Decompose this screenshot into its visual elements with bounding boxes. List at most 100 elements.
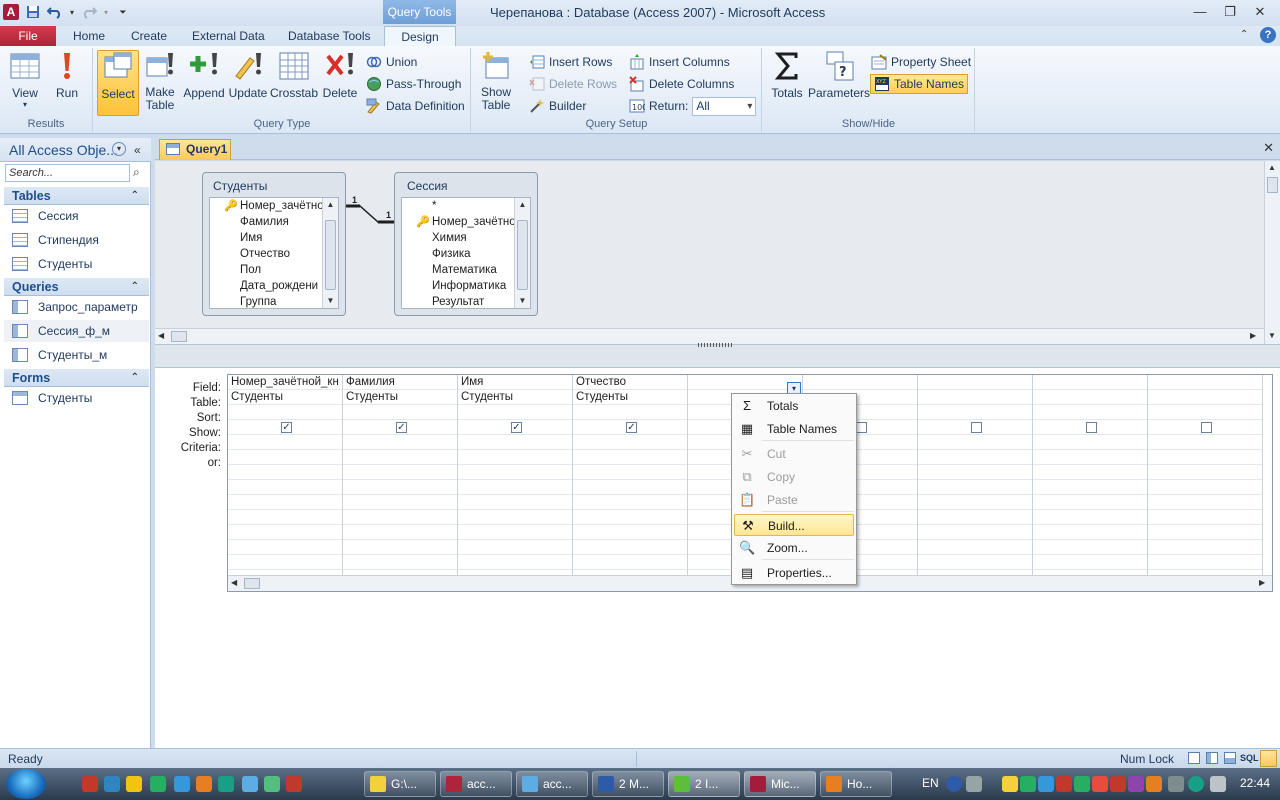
grid-field-cell[interactable]	[918, 375, 1032, 390]
scroll-thumb[interactable]	[171, 331, 187, 342]
make-table-button[interactable]: Make Table	[140, 50, 180, 112]
field-list-scrollbar[interactable]: ▲ ▼	[514, 198, 530, 308]
context-menu-item-cut[interactable]: ✂ Cut	[734, 443, 854, 465]
grid-field-cell[interactable]: Имя	[458, 375, 572, 390]
delete-rows-button[interactable]: Delete Rows	[529, 74, 617, 94]
nav-form-item[interactable]: Студенты	[12, 387, 148, 409]
builder-button[interactable]: Builder	[529, 96, 586, 116]
context-menu-item-zoom[interactable]: 🔍 Zoom...	[734, 537, 854, 559]
field-list-session[interactable]: Сессия * 🔑 Номер_зачётно Химия Физика Мат…	[394, 172, 538, 316]
quicklaunch-icon[interactable]	[82, 776, 98, 792]
upper-pane-horizontal-scrollbar[interactable]: ◀ ▶	[155, 328, 1264, 344]
data-definition-button[interactable]: Data Definition	[366, 96, 465, 116]
scroll-down-icon[interactable]: ▼	[1268, 331, 1276, 340]
scroll-right-icon[interactable]: ▶	[1250, 331, 1256, 340]
tab-query1[interactable]: Query1	[159, 139, 231, 160]
run-button[interactable]: Run	[50, 50, 84, 100]
grid-empty-cell[interactable]	[1148, 525, 1262, 540]
field-list-item[interactable]: Пол	[210, 262, 338, 278]
tray-icon[interactable]	[1092, 776, 1108, 792]
grid-empty-cell[interactable]	[228, 540, 342, 555]
grid-empty-cell[interactable]	[573, 525, 687, 540]
quicklaunch-icon[interactable]	[218, 776, 234, 792]
grid-empty-cell[interactable]	[573, 495, 687, 510]
tray-icon[interactable]	[966, 776, 982, 792]
grid-criteria-cell[interactable]	[918, 435, 1032, 450]
scroll-up-icon[interactable]: ▲	[515, 198, 530, 212]
volume-icon[interactable]	[1210, 776, 1226, 792]
grid-or-cell[interactable]	[573, 450, 687, 465]
quicklaunch-icon[interactable]	[242, 776, 258, 792]
nav-table-item[interactable]: Студенты	[12, 253, 148, 275]
grid-empty-cell[interactable]	[1033, 510, 1147, 525]
undo-icon[interactable]	[46, 3, 64, 21]
save-icon[interactable]	[24, 3, 42, 21]
nav-query-item[interactable]: Сессия_ф_м	[4, 320, 149, 342]
return-select[interactable]: All	[692, 96, 757, 116]
grid-empty-cell[interactable]	[343, 495, 457, 510]
taskbar-button-icq[interactable]: 2 I...	[668, 771, 740, 797]
grid-field-cell[interactable]: Фамилия	[343, 375, 457, 390]
property-sheet-button[interactable]: Property Sheet	[871, 52, 971, 72]
pivot-table-view-icon[interactable]	[1206, 752, 1218, 764]
field-list-item[interactable]: Группа	[210, 294, 338, 308]
grid-or-cell[interactable]	[918, 450, 1032, 465]
show-checkbox[interactable]	[856, 421, 867, 433]
redo-icon[interactable]	[80, 3, 98, 21]
grid-empty-cell[interactable]	[458, 465, 572, 480]
grid-empty-cell[interactable]	[1148, 465, 1262, 480]
taskbar-button-explorer[interactable]: G:\...	[364, 771, 436, 797]
scroll-up-icon[interactable]: ▲	[323, 198, 338, 212]
nav-section-queries[interactable]: Queries ⌃	[4, 278, 149, 296]
grid-empty-cell[interactable]	[458, 510, 572, 525]
quicklaunch-icon[interactable]	[286, 776, 302, 792]
show-checkbox[interactable]	[1201, 421, 1212, 433]
scroll-thumb[interactable]	[325, 220, 336, 290]
tab-create[interactable]: Create	[121, 26, 177, 46]
grid-show-cell[interactable]: ✓	[458, 420, 572, 435]
grid-column[interactable]: Фамилия Студенты ✓	[343, 375, 458, 575]
grid-column[interactable]: Номер_зачётной_кн Студенты ✓	[228, 375, 343, 575]
tab-home[interactable]: Home	[63, 26, 115, 46]
scroll-thumb[interactable]	[244, 578, 260, 589]
grid-table-cell[interactable]	[918, 390, 1032, 405]
delete-query-button[interactable]: Delete	[320, 50, 360, 100]
quicklaunch-icon[interactable]	[150, 776, 166, 792]
minimize-ribbon-icon[interactable]: ⌃	[1240, 29, 1248, 40]
context-menu-item-properties[interactable]: ▤ Properties...	[734, 562, 854, 584]
grid-empty-cell[interactable]	[343, 555, 457, 570]
grid-empty-cell[interactable]	[228, 525, 342, 540]
append-button[interactable]: Append	[182, 50, 226, 100]
tab-external-data[interactable]: External Data	[182, 26, 275, 46]
language-indicator[interactable]: EN	[922, 776, 939, 790]
context-menu-item-paste[interactable]: 📋 Paste	[734, 489, 854, 511]
scroll-down-icon[interactable]: ▼	[515, 294, 530, 308]
start-button[interactable]	[6, 769, 46, 799]
grid-empty-cell[interactable]	[343, 525, 457, 540]
close-document-icon[interactable]: ✕	[1263, 140, 1274, 156]
tray-icon[interactable]	[1110, 776, 1126, 792]
help-icon[interactable]: ?	[1260, 27, 1276, 43]
grid-show-cell[interactable]: ✓	[228, 420, 342, 435]
tray-icon[interactable]	[1074, 776, 1090, 792]
delete-columns-button[interactable]: Delete Columns	[629, 74, 734, 94]
grid-empty-cell[interactable]	[1033, 555, 1147, 570]
tray-icon[interactable]	[1020, 776, 1036, 792]
show-checkbox[interactable]	[971, 421, 982, 433]
quicklaunch-icon[interactable]	[264, 776, 280, 792]
grid-empty-cell[interactable]	[458, 480, 572, 495]
nav-table-item[interactable]: Сессия	[12, 205, 148, 227]
show-checkbox[interactable]	[1086, 421, 1097, 433]
table-names-button[interactable]: XYZ Table Names	[870, 74, 969, 94]
grid-table-cell[interactable]	[1148, 390, 1262, 405]
close-window-button[interactable]: ✕	[1246, 2, 1274, 22]
grid-empty-cell[interactable]	[918, 525, 1032, 540]
grid-field-cell[interactable]	[1148, 375, 1262, 390]
grid-or-cell[interactable]	[343, 450, 457, 465]
grid-field-cell[interactable]	[688, 375, 802, 390]
parameters-button[interactable]: ? Parameters	[808, 50, 870, 100]
taskbar-button-browser[interactable]: Ho...	[820, 771, 892, 797]
grid-table-cell[interactable]: Студенты	[228, 390, 342, 405]
grid-sort-cell[interactable]	[343, 405, 457, 420]
grid-column[interactable]	[1033, 375, 1148, 575]
